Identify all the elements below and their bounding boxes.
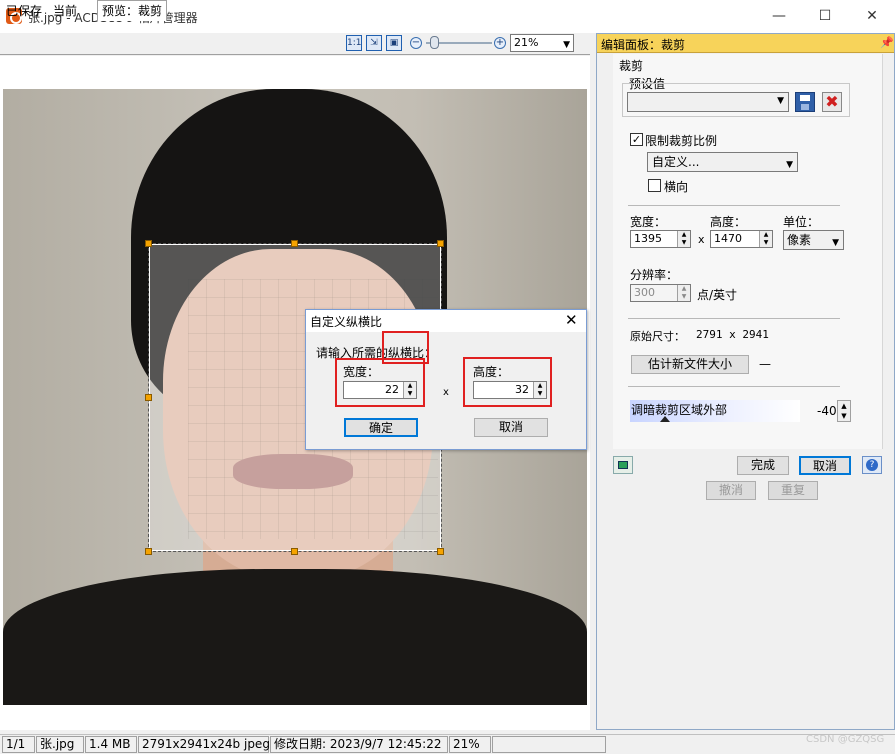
spin-up-icon[interactable]: ▲ <box>759 231 772 239</box>
unit-label: 单位： <box>783 215 820 229</box>
dialog-close-icon[interactable]: ✕ <box>565 311 578 329</box>
crop-handle-top-right[interactable] <box>437 240 444 247</box>
unit-select-value: 像素 <box>787 233 812 247</box>
status-empty-cell <box>492 736 606 753</box>
dialog-title: 自定义纵横比 <box>310 315 383 329</box>
undo-button: 撤消 <box>706 481 756 500</box>
status-filename: 张.jpg <box>36 736 84 753</box>
chevron-down-icon: ▼ <box>777 96 784 106</box>
status-dimensions: 2791x2941x24b jpeg <box>138 736 270 753</box>
ratio-select-value: 自定义... <box>652 155 700 169</box>
status-filesize: 1.4 MB <box>85 736 137 753</box>
tab-current[interactable]: 当前 <box>49 2 81 21</box>
spin-up-icon: ▲ <box>677 285 690 293</box>
landscape-label: 横向 <box>664 180 689 194</box>
original-size-label: 原始尺寸： <box>630 330 685 343</box>
darken-value: -40 <box>817 404 837 418</box>
zoom-level-value: 21% <box>514 36 539 49</box>
limit-ratio-checkbox[interactable]: ✓ <box>630 133 643 146</box>
maximize-button[interactable]: ☐ <box>802 0 848 33</box>
redo-button: 重复 <box>768 481 818 500</box>
resolution-value: 300 <box>634 286 655 299</box>
zoom-in-icon[interactable]: + <box>494 37 506 49</box>
status-modified: 修改日期: 2023/9/7 12:45:22 <box>270 736 448 753</box>
close-button[interactable]: ✕ <box>849 0 895 33</box>
estimate-size-button[interactable]: 估计新文件大小 <box>631 355 749 374</box>
annotation-box-height <box>463 357 552 407</box>
delete-preset-icon[interactable]: ✖ <box>822 92 842 112</box>
crop-handle-bottom-left[interactable] <box>145 548 152 555</box>
crop-handle-bottom[interactable] <box>291 548 298 555</box>
panel-height-value: 1470 <box>714 232 742 245</box>
zoom-out-icon[interactable]: − <box>410 37 422 49</box>
darken-spinner[interactable]: ▲ ▼ <box>837 400 851 422</box>
chevron-down-icon: ▼ <box>563 40 570 50</box>
darken-label: 调暗裁剪区域外部 <box>631 403 728 417</box>
pin-icon[interactable]: 📌 <box>880 36 894 49</box>
preset-select[interactable]: ▼ <box>627 92 789 112</box>
estimate-result: — <box>759 357 771 371</box>
divider <box>628 318 840 319</box>
minimize-button[interactable]: — <box>756 0 802 33</box>
chevron-down-icon: ▼ <box>832 238 839 248</box>
resolution-unit: 点/英寸 <box>697 288 738 302</box>
panel-width-value: 1395 <box>634 232 662 245</box>
done-button[interactable]: 完成 <box>737 456 789 475</box>
spin-up-icon[interactable]: ▲ <box>838 401 850 411</box>
crop-section-title: 裁剪 <box>619 59 644 73</box>
help-icon[interactable]: ? <box>862 456 882 474</box>
spin-down-icon[interactable]: ▼ <box>838 411 850 421</box>
status-zoom: 21% <box>449 736 491 753</box>
status-index: 1/1 <box>2 736 35 753</box>
tab-saved[interactable]: 已保存 <box>2 2 46 21</box>
dialog-ok-button[interactable]: 确定 <box>344 418 418 437</box>
zoom-slider-thumb[interactable] <box>430 36 439 49</box>
spin-down-icon[interactable]: ▼ <box>677 239 690 247</box>
landscape-checkbox[interactable] <box>648 179 661 192</box>
panel-width-label: 宽度： <box>630 215 667 229</box>
edit-panel-title: 编辑面板：裁剪 <box>601 38 686 52</box>
crop-handle-top[interactable] <box>291 240 298 247</box>
plugin-icon[interactable] <box>613 456 633 474</box>
dialog-cancel-button[interactable]: 取消 <box>474 418 548 437</box>
dialog-times-sign: x <box>443 387 449 398</box>
panel-cancel-button[interactable]: 取消 <box>799 456 851 475</box>
limit-ratio-label: 限制裁剪比例 <box>645 134 718 148</box>
chevron-down-icon: ▼ <box>786 160 793 170</box>
panel-width-input[interactable]: 1395 ▲ ▼ <box>630 230 691 248</box>
tab-preview-crop[interactable]: 预览：裁剪 <box>97 0 168 21</box>
crop-handle-bottom-right[interactable] <box>437 548 444 555</box>
spin-up-icon[interactable]: ▲ <box>677 231 690 239</box>
resolution-label: 分辨率： <box>630 268 679 282</box>
fit-image-icon[interactable]: ⇲ <box>366 35 382 51</box>
times-sign: x <box>698 233 705 246</box>
panel-height-label: 高度： <box>710 215 747 229</box>
crop-handle-top-left[interactable] <box>145 240 152 247</box>
crop-handle-left[interactable] <box>145 394 152 401</box>
annotation-box-width <box>335 358 425 407</box>
panel-height-input[interactable]: 1470 ▲ ▼ <box>710 230 773 248</box>
original-size-value: 2791 x 2941 <box>696 328 769 341</box>
unit-select[interactable]: 像素 ▼ <box>783 230 844 250</box>
divider <box>628 386 840 387</box>
divider <box>628 205 840 206</box>
photo-shirt <box>3 569 587 705</box>
one-to-one-icon[interactable]: 1:1 <box>346 35 362 51</box>
fit-window-icon[interactable]: ▣ <box>386 35 402 51</box>
zoom-level-select[interactable]: 21% ▼ <box>510 34 574 52</box>
spin-down-icon: ▼ <box>677 293 690 301</box>
watermark: CSDN @GZQSG <box>806 734 885 745</box>
slider-marker-icon[interactable] <box>660 416 670 422</box>
resolution-input: 300 ▲ ▼ <box>630 284 691 302</box>
spin-down-icon[interactable]: ▼ <box>759 239 772 247</box>
ratio-select[interactable]: 自定义... ▼ <box>647 152 798 172</box>
save-preset-icon[interactable] <box>795 92 815 112</box>
